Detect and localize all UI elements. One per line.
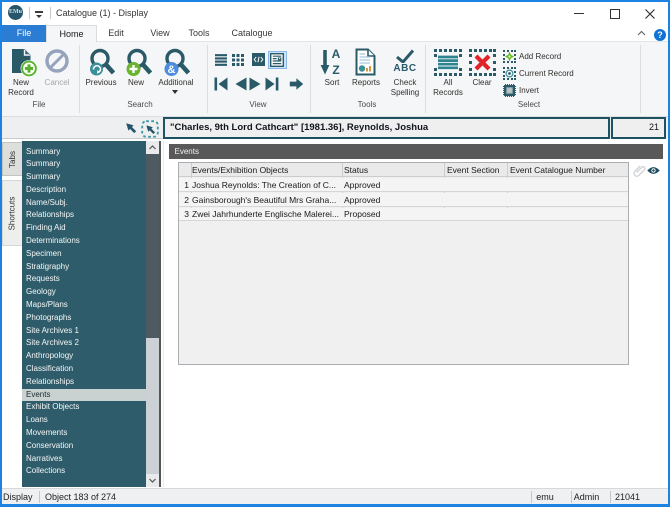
svg-text:A: A xyxy=(332,48,341,61)
svg-text:&: & xyxy=(168,64,176,76)
svg-text:Z: Z xyxy=(332,63,339,76)
